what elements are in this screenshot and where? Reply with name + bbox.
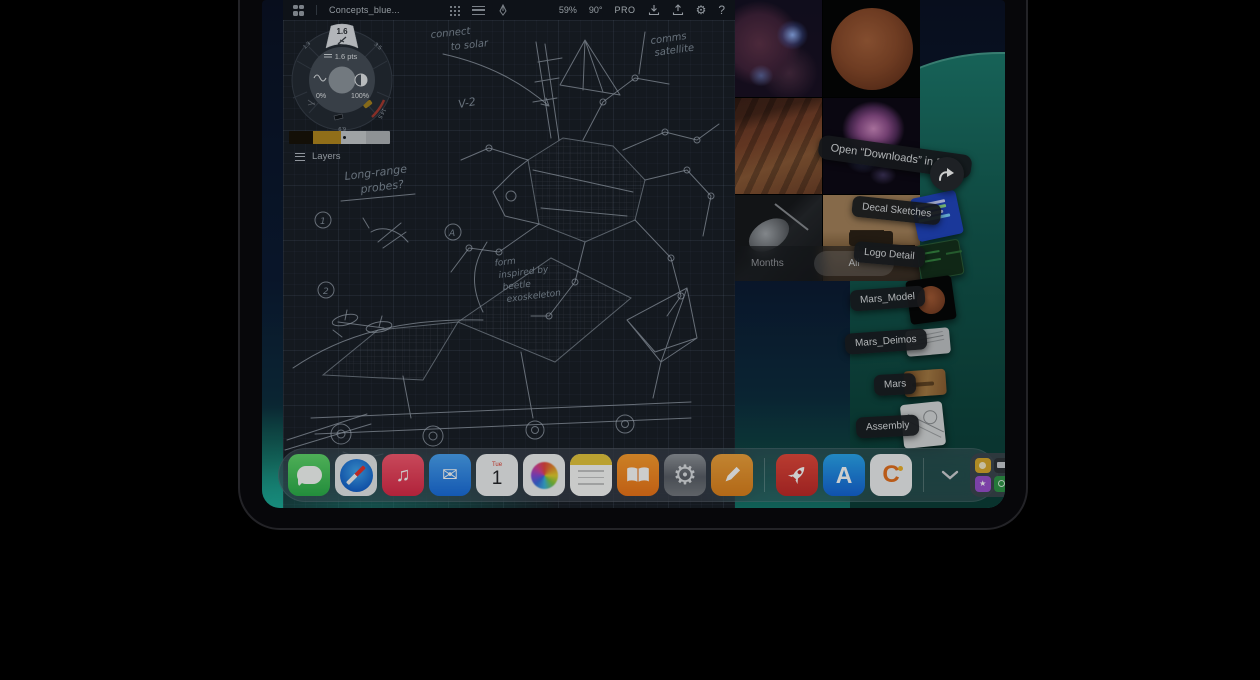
layers-panel-icon[interactable] — [472, 6, 485, 15]
swatch-light-gray[interactable] — [341, 131, 366, 144]
dock-appstore-icon[interactable]: A — [823, 454, 865, 496]
concepts-toolbar: Concepts_blue... 59% 90° PRO ⚙ ? — [283, 0, 735, 20]
dock-app-library-icon[interactable]: ★ — [970, 453, 1005, 497]
dock-sketch-pen-icon[interactable] — [711, 454, 753, 496]
dock-divider — [764, 458, 765, 492]
appstore-a-glyph: A — [836, 462, 853, 489]
toolbar-divider — [316, 5, 317, 15]
note-marker-2: 2 — [323, 287, 329, 297]
gallery-grid-icon[interactable] — [293, 5, 304, 16]
zoom-level[interactable]: 59% — [559, 5, 577, 15]
swatch-gold[interactable] — [313, 131, 341, 144]
settings-gear-icon[interactable]: ⚙ — [696, 4, 707, 16]
note-beetle-line1: form — [494, 256, 516, 269]
calendar-day: 1 — [492, 469, 503, 488]
swatch-dark[interactable] — [289, 131, 313, 144]
opacity-max-label[interactable]: 100% — [351, 93, 369, 100]
active-size-label: 1.6 — [336, 27, 348, 36]
dock-safari-icon[interactable] — [335, 454, 377, 496]
mini-tips-icon — [975, 458, 991, 473]
help-icon[interactable]: ? — [718, 4, 725, 16]
dock-books-icon[interactable] — [617, 454, 659, 496]
layers-menu-icon — [295, 153, 305, 161]
ipad-screen: Concepts_blue... 59% 90° PRO ⚙ ? — [262, 0, 1005, 508]
share-drop-button[interactable] — [930, 157, 964, 191]
note-probes-line2: probes? — [359, 178, 405, 196]
dock-messages-icon[interactable] — [288, 454, 330, 496]
note-version: V-2 — [457, 95, 477, 111]
dock-rocket-icon[interactable] — [776, 454, 818, 496]
dock-notes-icon[interactable] — [570, 454, 612, 496]
swatch-selector-dot — [343, 136, 346, 139]
export-share-icon[interactable] — [672, 4, 684, 16]
envelope-glyph: ✉ — [442, 464, 458, 487]
import-icon[interactable] — [648, 4, 660, 16]
photo-mars-globe[interactable] — [823, 0, 920, 97]
swatch-gray[interactable] — [366, 131, 390, 144]
drag-label-mars: Mars — [873, 373, 916, 396]
photo-horsehead-nebula[interactable] — [735, 0, 822, 97]
color-swatch-bar[interactable] — [289, 131, 390, 144]
dock-calendar-icon[interactable]: Tue 1 — [476, 454, 518, 496]
music-note-glyph: ♫ — [396, 464, 411, 487]
tool-wheel[interactable]: 1.6 1.3 3.5 14.5 6.9 1.6 pts — [288, 22, 396, 134]
opacity-min-label[interactable]: 0% — [316, 93, 326, 100]
tab-months[interactable]: Months — [751, 246, 784, 281]
concepts-c-glyph: C — [882, 461, 899, 489]
pro-badge[interactable]: PRO — [615, 5, 636, 15]
mini-activity-icon — [994, 476, 1006, 493]
layers-control[interactable]: Layers — [295, 151, 341, 162]
dock-mail-icon[interactable]: ✉ — [429, 454, 471, 496]
dock: ♫ ✉ Tue 1 ⚙ — [278, 448, 998, 502]
stroke-width-label[interactable]: 1.6 pts — [335, 52, 358, 61]
mini-star-icon: ★ — [975, 476, 991, 493]
rotation-value[interactable]: 90° — [589, 5, 603, 15]
note-connect-line2: to solar — [450, 38, 489, 53]
note-connect-line1: connect — [430, 26, 472, 41]
gear-glyph: ⚙ — [673, 462, 697, 489]
concepts-dot — [898, 466, 903, 471]
dock-divider-2 — [923, 458, 924, 492]
dock-music-icon[interactable]: ♫ — [382, 454, 424, 496]
dock-concepts-icon[interactable]: C — [870, 454, 912, 496]
mini-camera-icon — [994, 458, 1006, 473]
note-marker-1: 1 — [320, 217, 326, 227]
snap-grid-icon[interactable] — [449, 5, 460, 16]
dock-chevron-down-icon[interactable] — [935, 454, 965, 496]
pen-mode-icon[interactable] — [497, 4, 509, 16]
dock-settings-icon[interactable]: ⚙ — [664, 454, 706, 496]
photo-mars-surface[interactable] — [735, 98, 822, 194]
dock-photos-icon[interactable] — [523, 454, 565, 496]
layers-label: Layers — [312, 151, 341, 162]
drag-label-assembly: Assembly — [855, 414, 919, 438]
note-marker-a: A — [448, 229, 455, 239]
document-title[interactable]: Concepts_blue... — [329, 5, 400, 15]
stage: Concepts_blue... 59% 90° PRO ⚙ ? — [0, 0, 1260, 680]
forward-arrow-icon — [938, 167, 956, 181]
